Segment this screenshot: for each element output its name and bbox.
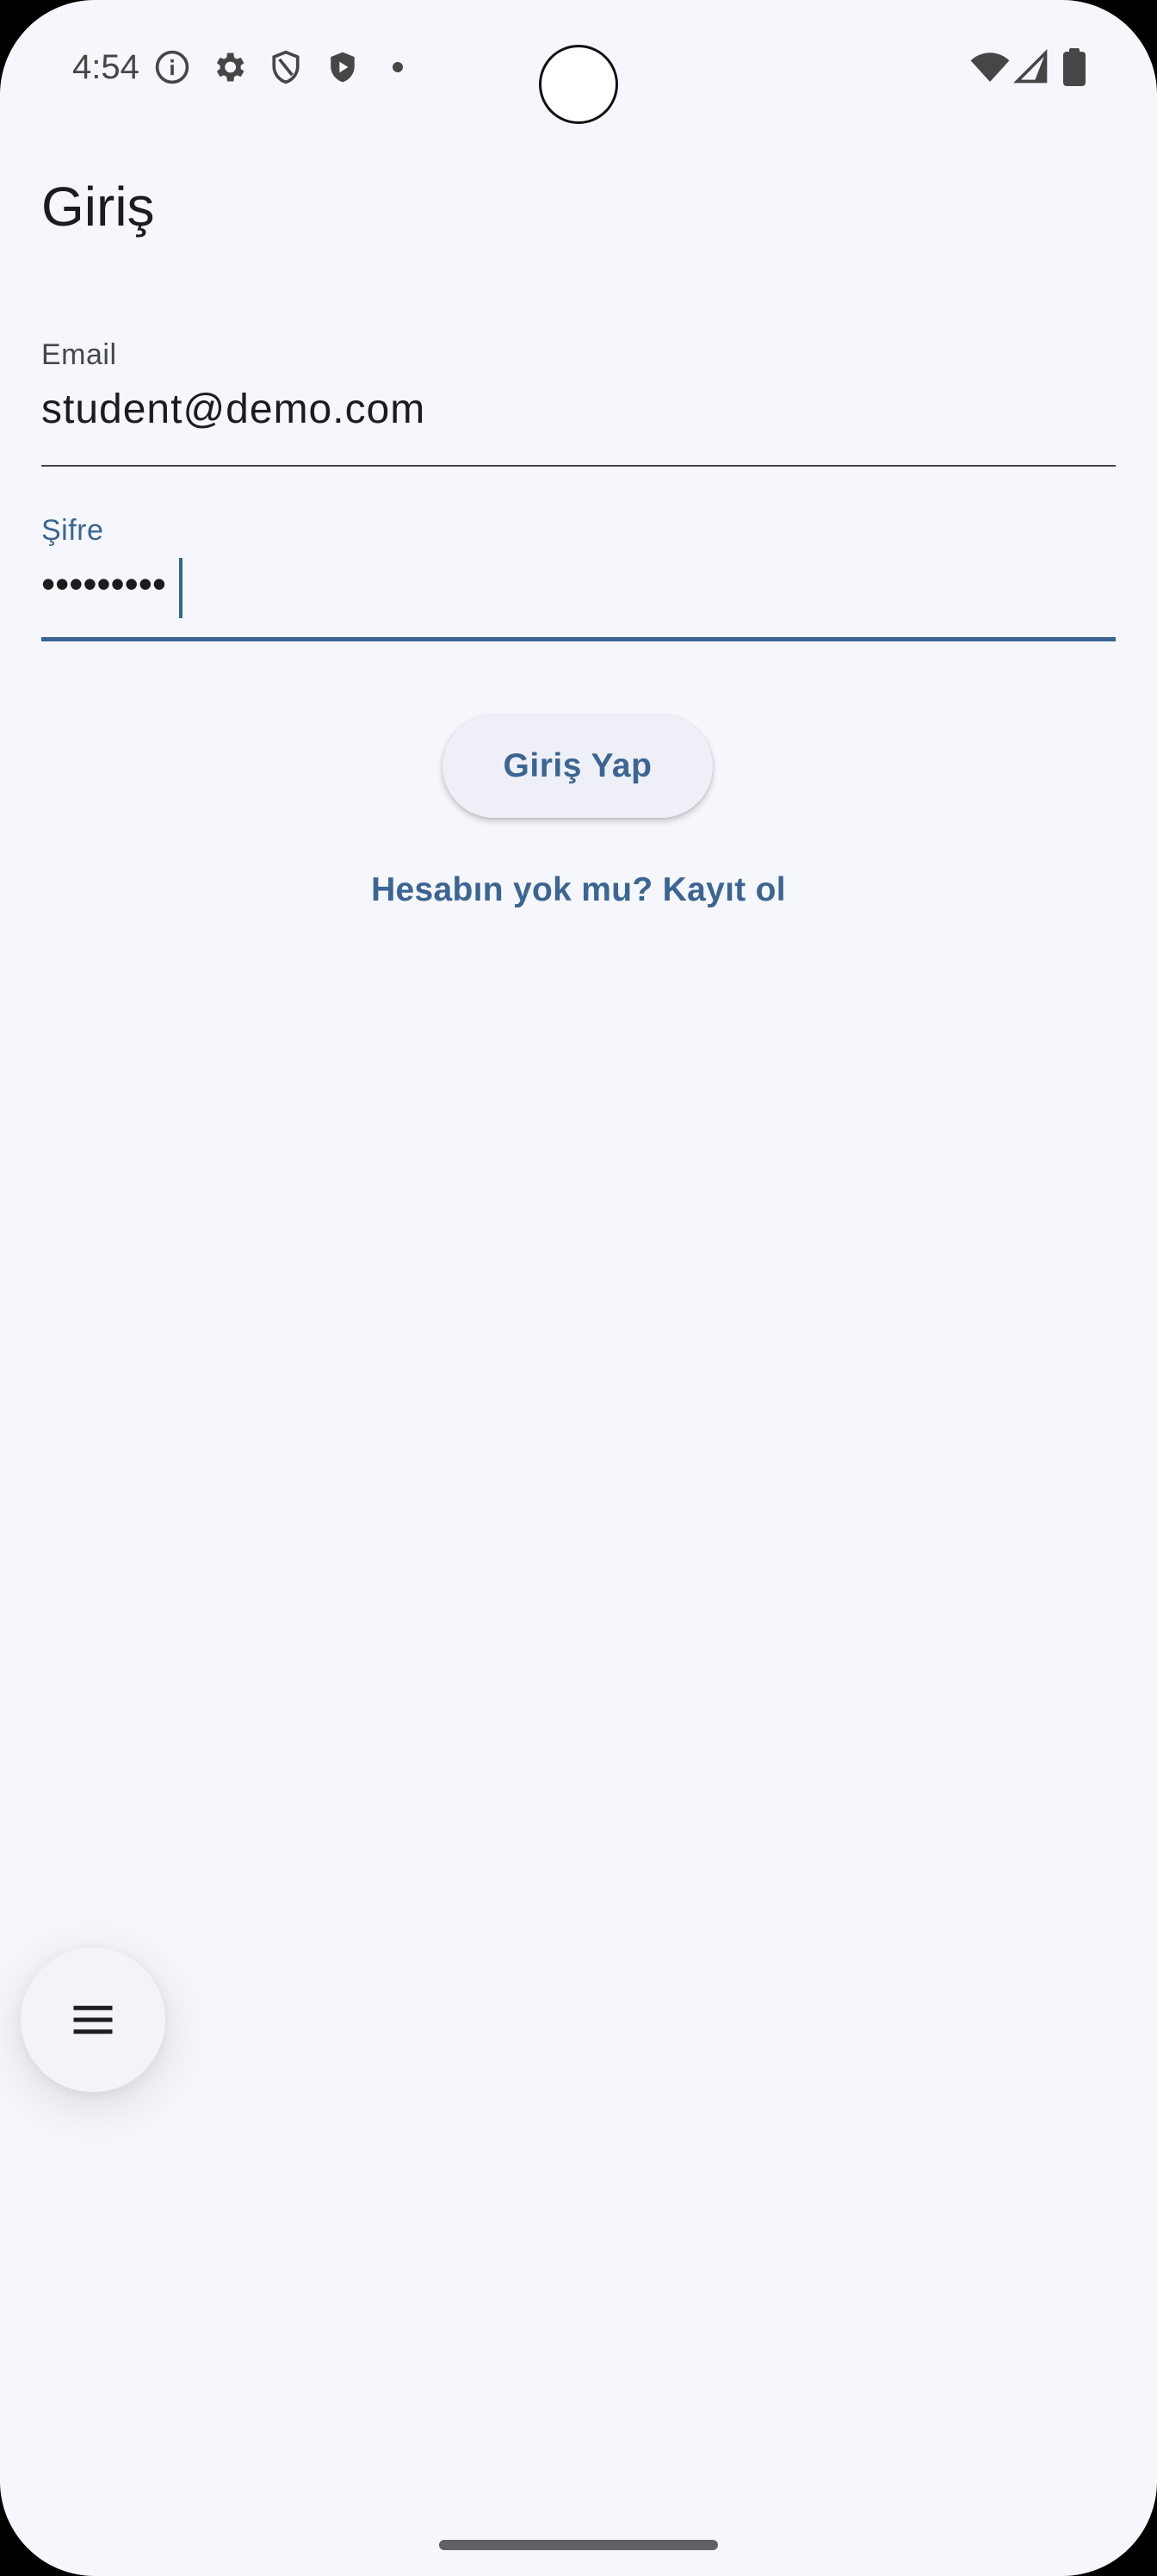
gear-icon [216, 53, 244, 82]
app-screen: 4:54 Giriş Email student@demo.com Şifre … [0, 0, 1157, 2576]
home-indicator[interactable] [439, 2540, 718, 2550]
page-title: Giriş [41, 176, 155, 238]
shield-icon [272, 50, 300, 84]
register-link[interactable]: Hesabın yok mu? Kayıt ol [0, 866, 1157, 914]
email-input[interactable] [41, 384, 1116, 436]
email-underline [41, 465, 1116, 467]
email-field[interactable]: Email [41, 337, 1116, 468]
camera-cutout [539, 45, 618, 124]
status-bar: 4:54 [0, 0, 1157, 138]
play-shield-icon [331, 52, 355, 83]
status-time: 4:54 [72, 48, 139, 86]
text-cursor [179, 558, 183, 618]
password-field[interactable]: Şifre ••••••••• [41, 513, 1116, 644]
login-button[interactable]: Giriş Yap [442, 715, 713, 818]
battery-icon [1063, 48, 1086, 86]
info-icon [155, 50, 189, 84]
password-label: Şifre [41, 514, 104, 547]
wifi-icon [970, 53, 1010, 82]
signal-icon [1013, 49, 1048, 84]
password-input[interactable]: ••••••••• [41, 558, 1116, 610]
notification-dot [393, 62, 403, 72]
password-underline [41, 637, 1116, 641]
menu-fab[interactable] [21, 1947, 165, 2092]
email-label: Email [41, 338, 117, 371]
menu-icon [73, 2005, 113, 2034]
